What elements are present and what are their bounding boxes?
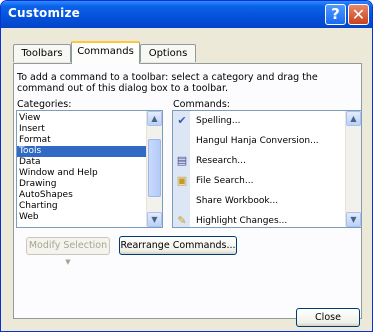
command-item[interactable]: Research... xyxy=(190,151,361,171)
category-item[interactable]: Window and Help xyxy=(17,168,149,179)
scroll-thumb[interactable] xyxy=(148,139,161,197)
dropdown-arrow-icon: ▼ xyxy=(65,258,71,266)
help-button[interactable]: ? xyxy=(325,4,346,25)
categories-list[interactable]: View Insert Format Tools Data Window and… xyxy=(16,110,163,228)
close-button[interactable]: Close xyxy=(296,308,360,327)
commands-scrollbar[interactable]: ▲ ▼ xyxy=(345,111,361,227)
command-item[interactable]: File Search... xyxy=(190,171,361,191)
tab-commands[interactable]: Commands xyxy=(71,41,140,64)
category-item[interactable]: Format xyxy=(17,135,149,146)
category-item[interactable]: Drawing xyxy=(17,179,149,190)
help-icon: ? xyxy=(331,5,340,23)
tab-options[interactable]: Options xyxy=(140,44,196,62)
command-item[interactable]: Spelling... xyxy=(190,111,361,131)
command-item[interactable]: Share Workbook... xyxy=(190,191,361,211)
scroll-up-icon[interactable]: ▲ xyxy=(346,111,361,126)
scroll-down-icon[interactable]: ▼ xyxy=(346,212,361,227)
highlight-changes-icon: ✎ xyxy=(177,214,187,227)
command-item[interactable]: Hangul Hanja Conversion... xyxy=(190,131,361,151)
categories-label: Categories: xyxy=(17,99,72,110)
command-icon-strip xyxy=(173,111,190,227)
scroll-down-icon[interactable]: ▼ xyxy=(147,212,162,227)
categories-scrollbar[interactable]: ▲ ▼ xyxy=(146,111,162,227)
commands-list[interactable]: ✔ Spelling... Hangul Hanja Conversion...… xyxy=(172,110,362,228)
category-item[interactable]: Insert xyxy=(17,124,149,135)
category-item[interactable]: Data xyxy=(17,157,149,168)
window-title: Customize xyxy=(8,6,81,20)
close-icon: ✕ xyxy=(351,5,366,24)
customize-dialog: Customize ? ✕ Toolbars Commands Options … xyxy=(0,0,373,332)
modify-selection-label: Modify Selection xyxy=(28,240,108,251)
instruction-text: To add a command to a toolbar: select a … xyxy=(17,72,318,94)
research-icon: ▤ xyxy=(176,154,188,167)
category-item[interactable]: AutoShapes xyxy=(17,190,149,201)
scroll-up-icon[interactable]: ▲ xyxy=(147,111,162,126)
modify-selection-button[interactable]: Modify Selection ▼ xyxy=(26,237,110,266)
close-window-button[interactable]: ✕ xyxy=(348,4,369,25)
rearrange-commands-button[interactable]: Rearrange Commands... xyxy=(119,236,237,255)
tab-toolbars[interactable]: Toolbars xyxy=(13,44,71,62)
category-item[interactable]: Charting xyxy=(17,201,149,212)
category-item[interactable]: View xyxy=(17,113,149,124)
commands-label: Commands: xyxy=(173,99,230,110)
command-item[interactable]: Highlight Changes... xyxy=(190,211,361,227)
category-item[interactable]: Web xyxy=(17,212,149,223)
spelling-icon: ✔ xyxy=(177,114,187,127)
category-item-selected[interactable]: Tools xyxy=(17,146,149,157)
title-bar[interactable]: Customize ? ✕ xyxy=(1,1,372,28)
file-search-icon: ▣ xyxy=(176,174,188,187)
